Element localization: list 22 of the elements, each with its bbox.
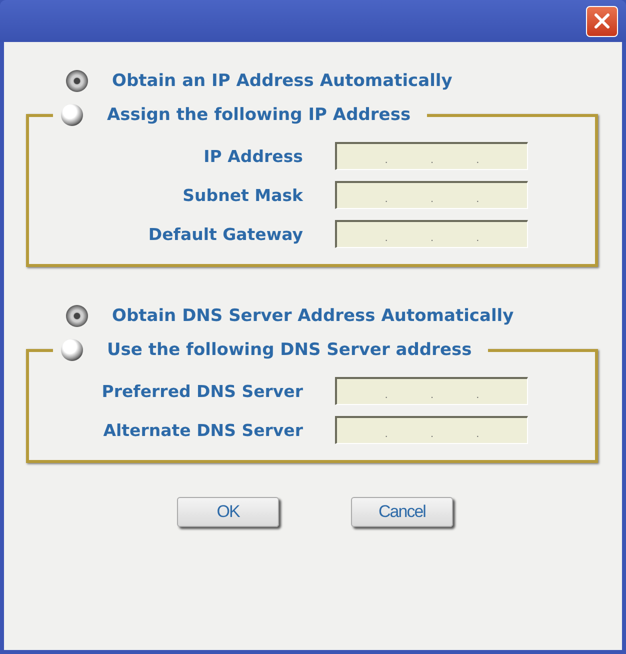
cancel-button[interactable]: Cancel [351,497,453,527]
radio-button[interactable] [61,104,83,126]
close-button[interactable] [586,6,618,36]
option-label: Assign the following IP Address [107,105,411,125]
radio-button[interactable] [66,70,88,92]
field-label: Subnet Mask [182,186,303,204]
field-label: Preferred DNS Server [100,382,303,400]
radio-button[interactable] [61,339,83,361]
field-label: Default Gateway [147,224,303,244]
radio-button[interactable] [66,305,88,327]
ip-address-field[interactable]: . . . [335,416,528,444]
close-icon [592,11,612,31]
option-label: Use the following DNS Server address [107,340,472,360]
ip-address-field[interactable]: . . . [335,142,528,170]
field-label: IP Address [202,146,303,166]
ip-address-field[interactable]: . . . [335,220,528,248]
option-label: Obtain DNS Server Address Automatically [112,306,514,326]
field-label: Alternate DNS Server [102,420,303,440]
ip-address-field[interactable]: . . . [335,181,528,209]
ok-button[interactable]: OK [177,497,279,527]
ip-address-field[interactable]: . . . [335,377,528,405]
option-label: Obtain an IP Address Automatically [112,71,452,91]
